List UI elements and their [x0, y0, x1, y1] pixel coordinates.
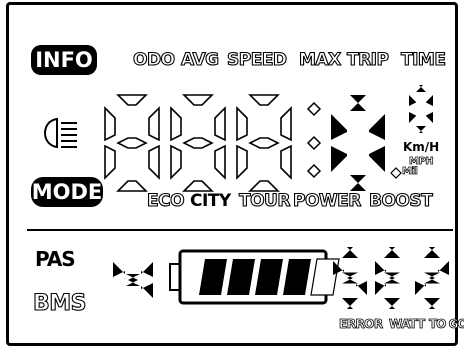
segment-a — [416, 85, 426, 92]
segment-c — [356, 281, 367, 295]
segment-c — [148, 144, 160, 180]
segment-f — [331, 114, 347, 140]
to-go-label: TO GO — [429, 317, 464, 332]
lcd-display: INFO ODO AVG SPEED MAX TRIP TIME Km/H MP… — [6, 2, 464, 346]
mode-eco: ECO — [146, 190, 185, 211]
segment-d — [384, 298, 400, 309]
battery-gauge — [169, 249, 340, 305]
info-button[interactable]: INFO — [31, 45, 97, 75]
small-digit — [409, 85, 433, 133]
segment-f — [409, 95, 416, 106]
mode-city: CITY — [190, 191, 231, 211]
speed-digit-ghost — [236, 94, 292, 192]
bms-label: BMS — [32, 290, 87, 316]
segment-b — [280, 106, 292, 142]
segment-a — [182, 94, 214, 106]
segment-f — [104, 106, 116, 142]
mode-button[interactable]: MODE — [31, 177, 103, 207]
colon-separator — [306, 101, 322, 179]
segment-e — [375, 281, 386, 295]
segment-a — [350, 95, 366, 111]
segment-e — [409, 112, 416, 123]
segment-a — [248, 94, 280, 106]
time-label: TIME — [400, 49, 446, 70]
segment-d — [424, 298, 440, 309]
speed-digit-lit — [331, 95, 385, 191]
code-digit — [333, 247, 367, 309]
avg-label: AVG — [180, 49, 219, 70]
segment-d — [182, 180, 214, 192]
segment-d — [350, 175, 366, 191]
divider-line — [27, 229, 453, 231]
segment-b — [214, 106, 226, 142]
mil-unit: Mil — [402, 166, 419, 178]
segment-e — [331, 146, 347, 172]
segment-a — [384, 247, 400, 258]
segment-d — [248, 180, 280, 192]
segment-b — [438, 261, 449, 275]
segment-b — [369, 114, 385, 140]
code-digit — [415, 247, 449, 309]
segment-a — [342, 247, 358, 258]
segment-g — [182, 137, 214, 149]
segment-f — [170, 106, 182, 142]
segment-d — [416, 126, 426, 133]
headlight-icon — [44, 117, 77, 149]
segment-c — [280, 144, 292, 180]
segment-d — [342, 298, 358, 309]
segment-g — [116, 137, 148, 149]
code-digit — [375, 247, 400, 309]
segment-c — [141, 283, 153, 298]
segment-g — [424, 272, 440, 284]
watt-label: WATT — [389, 317, 426, 332]
segment-f — [375, 261, 386, 275]
segment-g — [126, 274, 140, 286]
mode-tour: TOUR — [238, 190, 291, 211]
mode-power: POWER — [292, 190, 361, 211]
error-label: ERROR — [339, 317, 384, 332]
speed-digit-ghost — [104, 94, 160, 192]
segment-g — [248, 137, 280, 149]
segment-a — [116, 94, 148, 106]
segment-b — [148, 106, 160, 142]
segment-f — [333, 261, 344, 275]
pas-digit — [113, 262, 153, 298]
segment-c — [214, 144, 226, 180]
segment-e — [236, 144, 248, 180]
mode-boost: BOOST — [368, 190, 433, 211]
segment-b — [426, 95, 433, 106]
odo-label: ODO — [132, 49, 175, 70]
segment-f — [113, 262, 125, 277]
trip-label: TRIP — [346, 49, 389, 70]
segment-g — [384, 272, 400, 284]
segment-g — [342, 272, 358, 284]
segment-e — [170, 144, 182, 180]
segment-e — [415, 281, 426, 295]
segment-f — [236, 106, 248, 142]
segment-c — [369, 146, 385, 172]
mil-indicator-dot — [390, 167, 402, 179]
segment-e — [104, 144, 116, 180]
segment-a — [424, 247, 440, 258]
kmh-unit: Km/H — [403, 140, 440, 154]
speed-digit-ghost — [170, 94, 226, 192]
speed-label: SPEED — [226, 49, 287, 70]
segment-c — [426, 112, 433, 123]
segment-b — [141, 262, 153, 277]
pas-label: PAS — [35, 247, 76, 271]
segment-d — [116, 180, 148, 192]
max-label: MAX — [298, 49, 341, 70]
